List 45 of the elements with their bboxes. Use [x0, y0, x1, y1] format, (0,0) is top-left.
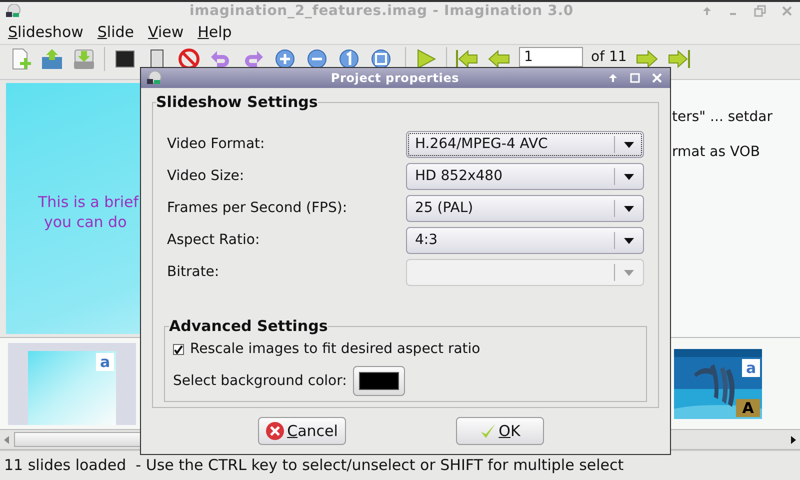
cancel-icon [265, 421, 286, 441]
slide-thumbnail[interactable]: a [8, 342, 136, 424]
menu-item[interactable]: Slideshow [8, 20, 84, 44]
app-icon [5, 4, 21, 18]
field-label: Bitrate: [167, 263, 220, 282]
field-label: Aspect Ratio: [167, 231, 260, 250]
maximize-icon[interactable] [630, 73, 640, 83]
transition-badge: a [742, 358, 760, 376]
page-total: of 11 [591, 49, 627, 65]
dropdown-arrow-icon [623, 268, 635, 276]
window-title: imagination_2_features.imag - Imagination 3.0 [188, 2, 575, 20]
last-slide-icon[interactable] [666, 47, 691, 71]
dropdown-arrow-icon [623, 172, 635, 180]
field-label: Select background color: [173, 372, 347, 390]
dropdown[interactable]: 25 (PAL) [406, 195, 644, 222]
checkbox[interactable] [173, 344, 184, 355]
menu-item[interactable]: Help [198, 20, 232, 44]
checkbox-label: Rescale images to fit desired aspect ratio [190, 340, 480, 359]
notes-text: ters" ... setdar [672, 108, 774, 127]
slide-text: This is a brief [38, 192, 138, 212]
dropdown-arrow-icon [623, 140, 635, 148]
menu-item[interactable]: View [148, 20, 184, 44]
dropdown[interactable]: HD 852x480 [406, 163, 644, 190]
transition-badge: a [96, 352, 114, 370]
dropdown[interactable]: 4:3 [406, 227, 644, 254]
app-icon [146, 71, 162, 85]
arrow-up-icon[interactable] [608, 73, 618, 83]
dialog-title: Project properties [330, 70, 460, 87]
cancel-button[interactable]: Cancel [258, 417, 346, 445]
dropdown[interactable]: H.264/MPEG-4 AVC [406, 131, 644, 158]
color-button[interactable] [352, 366, 405, 396]
page-field[interactable]: 1 [519, 47, 583, 67]
dropdown-arrow-icon [623, 236, 635, 244]
menu-item[interactable]: Slide [97, 20, 134, 44]
field-label: Video Size: [167, 167, 244, 186]
dropdown-arrow-icon [623, 204, 635, 212]
notes-text: rmat as VOB [672, 143, 761, 162]
slide-text: you can do [43, 212, 127, 232]
slide-thumbnail[interactable]: a A [674, 348, 762, 418]
field-label: Frames per Second (FPS): [167, 199, 348, 218]
transition-badge: A [736, 398, 760, 416]
ok-button[interactable]: OK [456, 417, 544, 445]
open-folder-icon[interactable] [40, 47, 64, 71]
field-label: Video Format: [167, 135, 265, 154]
status-text: 11 slides loaded - Use the CTRL key to select/unselect or SHIFT for multiple select [4, 455, 624, 476]
